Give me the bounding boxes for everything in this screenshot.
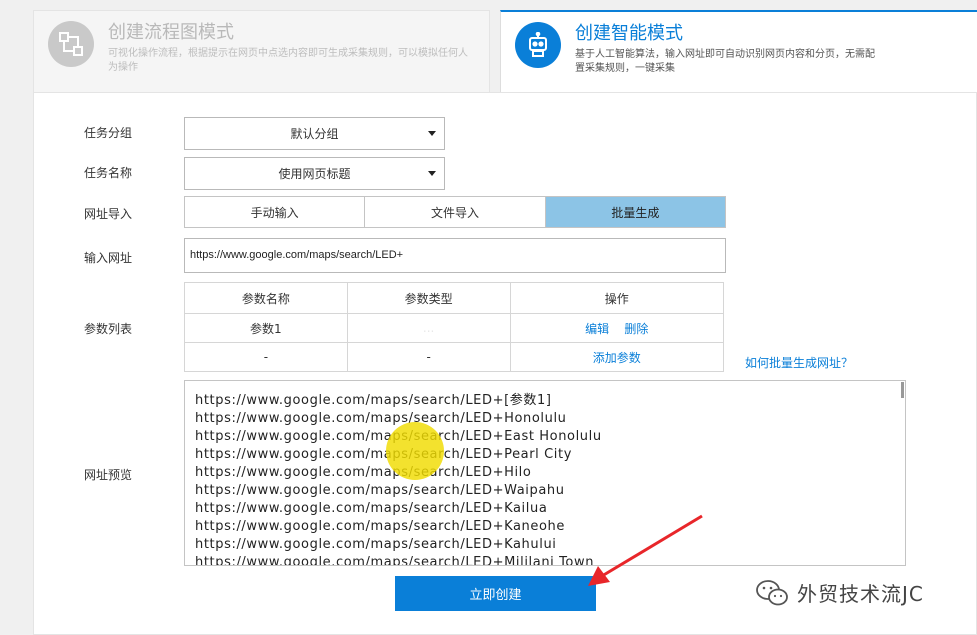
task-group-value: 默认分组 bbox=[290, 127, 339, 141]
preview-line: https://www.google.com/maps/search/LED+[… bbox=[195, 393, 552, 408]
column-header: 参数类型 bbox=[346, 282, 511, 314]
edit-link[interactable]: 编辑 bbox=[585, 322, 609, 336]
param-name-cell: 参数1 bbox=[184, 313, 348, 343]
tab-file-import[interactable]: 文件导入 bbox=[365, 197, 546, 227]
task-group-label: 任务分组 bbox=[84, 126, 133, 140]
task-name-value: 使用网页标题 bbox=[278, 167, 351, 181]
preview-line: https://www.google.com/maps/search/LED+H… bbox=[195, 411, 567, 426]
url-import-tabs: 手动输入 文件导入 批量生成 bbox=[184, 196, 726, 228]
cursor-highlight bbox=[386, 422, 444, 480]
preview-line: https://www.google.com/maps/search/LED+E… bbox=[195, 429, 602, 444]
delete-link[interactable]: 删除 bbox=[624, 322, 648, 336]
preview-label: 网址预览 bbox=[84, 468, 133, 482]
column-header: 参数名称 bbox=[184, 282, 348, 314]
create-now-button[interactable]: 立即创建 bbox=[395, 576, 596, 611]
url-preview-box[interactable]: https://www.google.com/maps/search/LED+[… bbox=[184, 380, 906, 566]
tab-manual-input[interactable]: 手动输入 bbox=[185, 197, 366, 227]
add-param-link[interactable]: 添加参数 bbox=[593, 351, 641, 365]
flowchart-mode-desc: 可视化操作流程，根据提示在网页中点选内容即可生成采集规则，可以模拟任何人为操作 bbox=[108, 48, 468, 73]
param-name-cell: - bbox=[184, 342, 348, 372]
annotation-arrow-icon bbox=[588, 514, 703, 586]
preview-line: https://www.google.com/maps/search/LED+K… bbox=[195, 519, 565, 534]
chevron-down-icon bbox=[428, 131, 436, 136]
param-type-cell: - bbox=[346, 342, 511, 372]
robot-icon bbox=[515, 22, 561, 68]
table-header-row: 参数名称 参数类型 操作 bbox=[184, 282, 724, 314]
flowchart-mode-card[interactable]: 创建流程图模式 可视化操作流程，根据提示在网页中点选内容即可生成采集规则，可以模… bbox=[33, 10, 490, 92]
preview-line: https://www.google.com/maps/search/LED+M… bbox=[195, 555, 595, 566]
preview-line: https://www.google.com/maps/search/LED+H… bbox=[195, 465, 532, 480]
chevron-down-icon bbox=[428, 171, 436, 176]
table-row: 参数1 ... 编辑 删除 bbox=[184, 313, 724, 343]
task-name-label: 任务名称 bbox=[84, 166, 133, 180]
param-list-label: 参数列表 bbox=[84, 322, 133, 336]
tab-batch-generate[interactable]: 批量生成 bbox=[545, 197, 725, 227]
flowchart-mode-title: 创建流程图模式 bbox=[108, 22, 234, 43]
param-table: 参数名称 参数类型 操作 参数1 ... 编辑 删除 - - 添加参数 bbox=[184, 282, 724, 372]
watermark: 外贸技术流JC bbox=[755, 578, 924, 607]
watermark-text: 外贸技术流JC bbox=[797, 582, 924, 606]
input-url-label: 输入网址 bbox=[84, 251, 133, 265]
preview-line: https://www.google.com/maps/search/LED+W… bbox=[195, 483, 565, 498]
table-row: - - 添加参数 bbox=[184, 342, 724, 372]
param-action-cell: 编辑 删除 bbox=[509, 313, 724, 343]
task-name-select[interactable]: 使用网页标题 bbox=[184, 157, 445, 190]
batch-url-help-link[interactable]: 如何批量生成网址？ bbox=[745, 354, 853, 371]
url-import-label: 网址导入 bbox=[84, 207, 133, 221]
scrollbar-thumb[interactable] bbox=[901, 382, 904, 398]
smart-mode-desc: 基于人工智能算法，输入网址即可自动识别网页内容和分页，无需配置采集规则，一键采集 bbox=[575, 49, 875, 74]
preview-line: https://www.google.com/maps/search/LED+P… bbox=[195, 447, 572, 462]
preview-line: https://www.google.com/maps/search/LED+K… bbox=[195, 501, 548, 516]
task-group-select[interactable]: 默认分组 bbox=[184, 117, 445, 150]
param-type-cell: ... bbox=[346, 313, 511, 343]
url-input[interactable]: https://www.google.com/maps/search/LED+ bbox=[184, 238, 726, 273]
column-header: 操作 bbox=[509, 282, 724, 314]
smart-mode-title: 创建智能模式 bbox=[575, 23, 683, 44]
flowchart-icon bbox=[48, 21, 94, 67]
preview-line: https://www.google.com/maps/search/LED+K… bbox=[195, 537, 557, 552]
param-action-cell: 添加参数 bbox=[509, 342, 724, 372]
smart-mode-card[interactable]: 创建智能模式 基于人工智能算法，输入网址即可自动识别网页内容和分页，无需配置采集… bbox=[500, 10, 977, 92]
wechat-icon bbox=[756, 579, 788, 605]
